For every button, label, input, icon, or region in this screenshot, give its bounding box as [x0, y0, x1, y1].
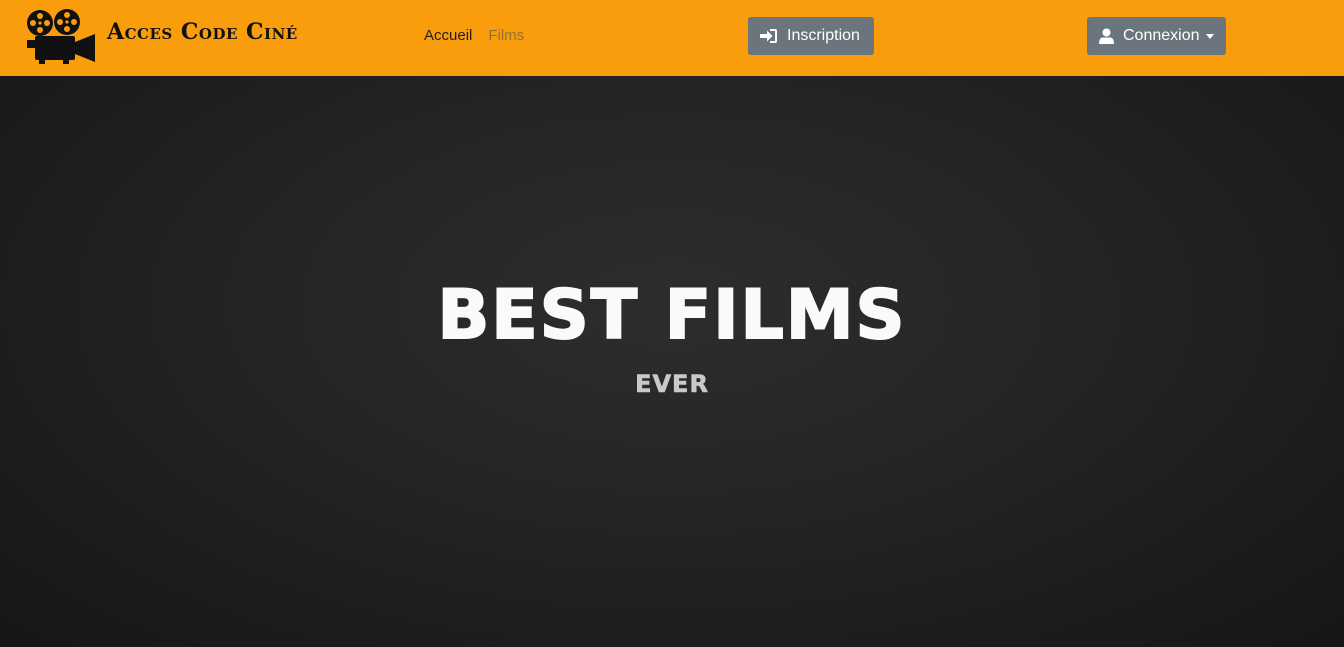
- hero-section: BEST FILMS EVER: [0, 76, 1344, 647]
- connexion-label: Connexion: [1123, 27, 1200, 44]
- brand-name: Acces Code Ciné: [107, 19, 298, 45]
- top-navbar: Acces Code Ciné Accueil Films Inscriptio…: [0, 0, 1344, 76]
- inscription-label: Inscription: [787, 27, 860, 44]
- sign-in-icon: [760, 29, 777, 43]
- hero-title: BEST FILMS: [436, 275, 907, 356]
- film-camera-icon: [27, 9, 95, 64]
- nav-link-accueil[interactable]: Accueil: [424, 27, 472, 44]
- hero-subtitle: EVER: [635, 370, 709, 399]
- inscription-button[interactable]: Inscription: [748, 17, 874, 55]
- user-icon: [1099, 28, 1114, 44]
- connexion-dropdown-button[interactable]: Connexion: [1087, 17, 1226, 55]
- caret-down-icon: [1205, 34, 1214, 39]
- main-nav: Accueil Films: [424, 27, 524, 44]
- brand-link[interactable]: Acces Code Ciné: [25, 8, 298, 64]
- nav-link-films[interactable]: Films: [488, 27, 524, 44]
